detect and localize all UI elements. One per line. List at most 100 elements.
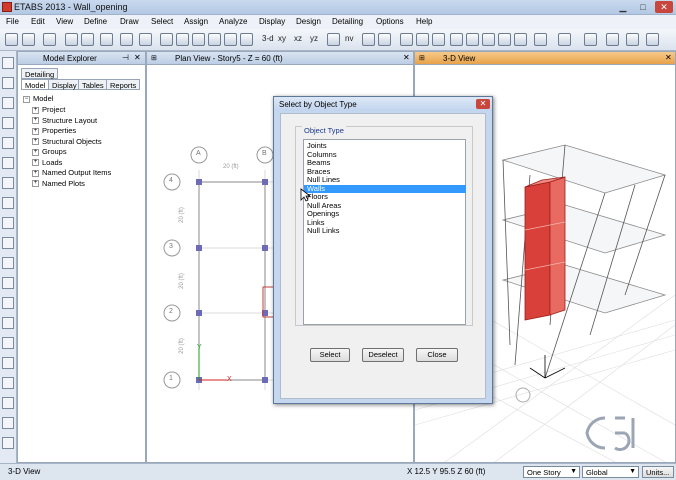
tab-reports[interactable]: Reports bbox=[106, 79, 141, 90]
draw-joint-icon[interactable] bbox=[2, 97, 14, 109]
menu-define[interactable]: Define bbox=[84, 17, 107, 26]
close-3d-view-icon[interactable]: ✕ bbox=[665, 53, 672, 62]
get-previous-selection-icon[interactable] bbox=[416, 33, 429, 46]
menu-draw[interactable]: Draw bbox=[120, 17, 139, 26]
draw-section-cut-icon[interactable] bbox=[2, 277, 14, 289]
menu-view[interactable]: View bbox=[56, 17, 73, 26]
display-stresses-icon[interactable] bbox=[498, 33, 511, 46]
story-dropdown[interactable]: One Story ▼ bbox=[523, 466, 580, 478]
draw-brace-tool-icon[interactable] bbox=[2, 177, 14, 189]
expand-icon[interactable]: + bbox=[32, 180, 39, 188]
select-button[interactable]: Select bbox=[310, 348, 350, 362]
coord-system-dropdown[interactable]: Global ▼ bbox=[582, 466, 639, 478]
lock-icon[interactable] bbox=[120, 33, 133, 46]
object-type-list[interactable]: Joints Columns Beams Braces Null Lines W… bbox=[303, 139, 466, 325]
move-up-icon[interactable] bbox=[362, 33, 375, 46]
menu-select[interactable]: Select bbox=[151, 17, 173, 26]
menu-display[interactable]: Display bbox=[259, 17, 285, 26]
list-item-null-lines[interactable]: Null Lines bbox=[304, 176, 466, 184]
menu-options[interactable]: Options bbox=[376, 17, 404, 26]
menu-analyze[interactable]: Analyze bbox=[219, 17, 247, 26]
expand-icon[interactable]: + bbox=[32, 169, 39, 177]
tree-item-loads[interactable]: + Loads bbox=[32, 158, 62, 167]
tree-item-project[interactable]: + Project bbox=[32, 105, 65, 114]
maximize-button[interactable]: □ bbox=[634, 1, 652, 13]
minimize-button[interactable]: ▁ bbox=[614, 1, 632, 13]
draw-frame-icon[interactable] bbox=[2, 117, 14, 129]
draw-brace-icon[interactable] bbox=[626, 33, 639, 46]
draw-dimension-icon[interactable] bbox=[2, 297, 14, 309]
move-down-icon[interactable] bbox=[378, 33, 391, 46]
zoom-in-icon[interactable] bbox=[176, 33, 189, 46]
draw-column-icon[interactable] bbox=[606, 33, 619, 46]
expand-icon[interactable]: + bbox=[32, 127, 39, 135]
tree-item-structural-objects[interactable]: + Structural Objects bbox=[32, 137, 102, 146]
list-item-openings[interactable]: Openings bbox=[304, 210, 466, 218]
pan-icon[interactable] bbox=[240, 33, 253, 46]
tree-root[interactable]: − Model bbox=[23, 94, 53, 103]
set-display-options-icon[interactable] bbox=[450, 33, 463, 46]
display-deformed-icon[interactable] bbox=[466, 33, 479, 46]
draw-wall-icon[interactable] bbox=[584, 33, 597, 46]
undo-icon[interactable] bbox=[65, 33, 78, 46]
tab-model[interactable]: Model bbox=[21, 79, 50, 90]
close-button[interactable]: Close bbox=[416, 348, 458, 362]
redo-icon[interactable] bbox=[81, 33, 94, 46]
tab-display[interactable]: Display bbox=[48, 79, 81, 90]
open-icon[interactable] bbox=[22, 33, 35, 46]
grid-icon[interactable] bbox=[2, 337, 14, 349]
deselect-button[interactable]: Deselect bbox=[362, 348, 404, 362]
run-analysis-icon[interactable] bbox=[139, 33, 152, 46]
intersecting-line-icon[interactable] bbox=[2, 417, 14, 429]
menu-design[interactable]: Design bbox=[296, 17, 321, 26]
draw-wall-tool-icon[interactable] bbox=[2, 217, 14, 229]
pointer-icon[interactable] bbox=[2, 57, 14, 69]
display-forces-icon[interactable] bbox=[482, 33, 495, 46]
select-all-icon[interactable] bbox=[400, 33, 413, 46]
dialog-close-icon[interactable]: ✕ bbox=[476, 99, 490, 109]
clear-selection-left-icon[interactable] bbox=[2, 397, 14, 409]
menu-help[interactable]: Help bbox=[416, 17, 432, 26]
menu-file[interactable]: File bbox=[6, 17, 19, 26]
list-item-floors[interactable]: Floors bbox=[304, 193, 466, 201]
draw-link-icon[interactable] bbox=[2, 257, 14, 269]
pin-icon[interactable]: ⊣ bbox=[122, 53, 129, 62]
tree-item-structure-layout[interactable]: + Structure Layout bbox=[32, 116, 97, 125]
tree-item-properties[interactable]: + Properties bbox=[32, 126, 76, 135]
view-xz-button[interactable]: xz bbox=[294, 34, 302, 43]
view-nv-button[interactable]: nv bbox=[345, 34, 353, 43]
expand-icon[interactable]: + bbox=[32, 106, 39, 114]
select-all-left-icon[interactable] bbox=[2, 357, 14, 369]
draw-pencil-icon[interactable] bbox=[100, 33, 113, 46]
list-item-null-links[interactable]: Null Links bbox=[304, 227, 466, 235]
draw-column-tool-icon[interactable] bbox=[2, 137, 14, 149]
zoom-previous-icon[interactable] bbox=[224, 33, 237, 46]
close-panel-icon[interactable]: ✕ bbox=[134, 53, 141, 62]
list-item-walls[interactable]: Walls bbox=[304, 184, 466, 193]
expand-icon[interactable]: + bbox=[32, 159, 39, 167]
tree-item-named-plots[interactable]: + Named Plots bbox=[32, 179, 85, 188]
draw-reference-point-icon[interactable] bbox=[2, 317, 14, 329]
snap-icon[interactable] bbox=[2, 437, 14, 449]
tree-item-groups[interactable]: + Groups bbox=[32, 147, 67, 156]
close-plan-view-icon[interactable]: ✕ bbox=[403, 53, 410, 62]
steel-frame-design-icon[interactable] bbox=[534, 33, 547, 46]
units-button[interactable]: Units... bbox=[642, 466, 674, 478]
menu-assign[interactable]: Assign bbox=[184, 17, 208, 26]
zoom-out-icon[interactable] bbox=[192, 33, 205, 46]
draw-opening-icon[interactable] bbox=[2, 237, 14, 249]
expand-icon[interactable]: + bbox=[32, 148, 39, 156]
new-model-icon[interactable] bbox=[5, 33, 18, 46]
draw-beam-icon[interactable] bbox=[558, 33, 571, 46]
view-3d-button[interactable]: 3-d bbox=[262, 34, 274, 43]
menu-edit[interactable]: Edit bbox=[31, 17, 45, 26]
tab-detailing[interactable]: Detailing bbox=[21, 68, 59, 79]
view-xy-button[interactable]: xy bbox=[278, 34, 286, 43]
expand-icon[interactable]: + bbox=[32, 117, 39, 125]
zoom-window-icon[interactable] bbox=[160, 33, 173, 46]
tab-tables[interactable]: Tables bbox=[78, 79, 108, 90]
zoom-fit-icon[interactable] bbox=[208, 33, 221, 46]
menu-detailing[interactable]: Detailing bbox=[332, 17, 363, 26]
save-icon[interactable] bbox=[43, 33, 56, 46]
draw-slab-icon[interactable] bbox=[646, 33, 659, 46]
